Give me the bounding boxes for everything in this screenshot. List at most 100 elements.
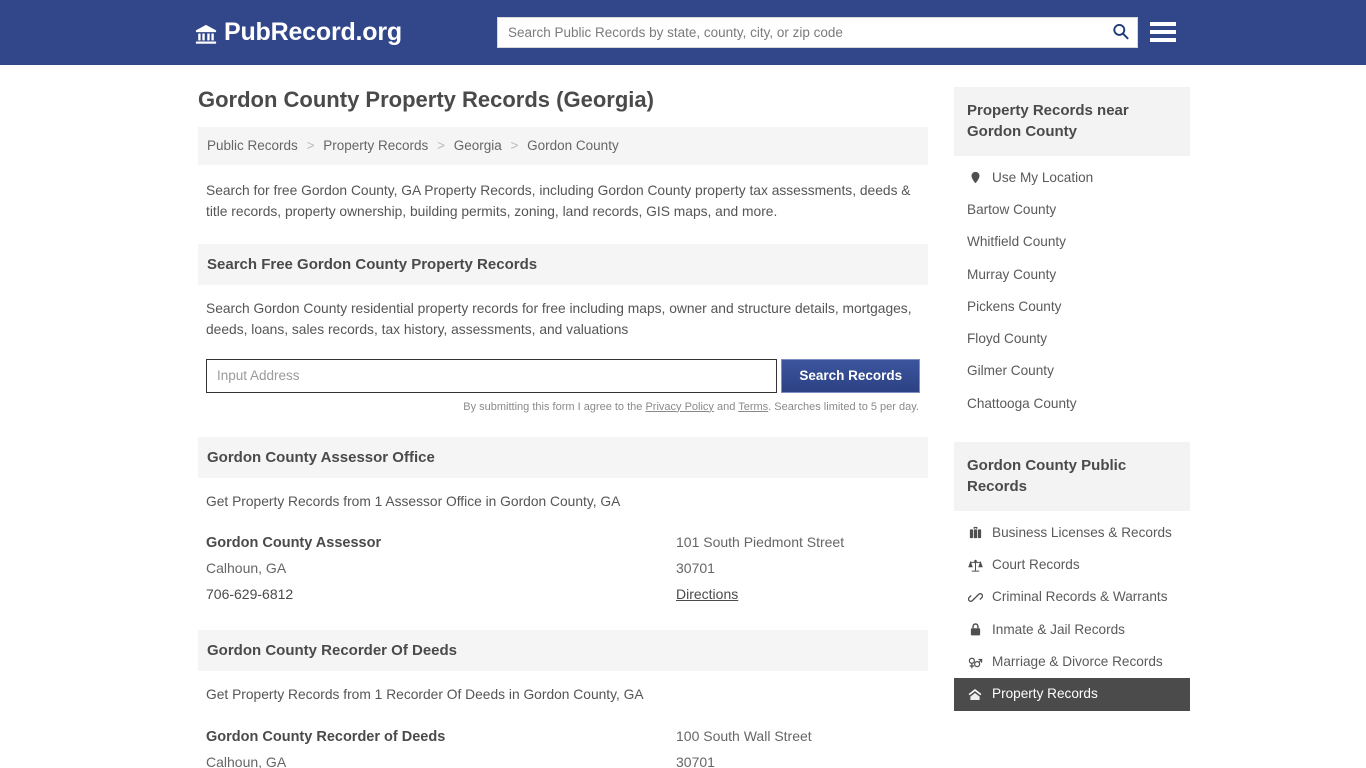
office-left-column: Gordon County Recorder of Deeds Calhoun,…	[206, 724, 676, 768]
public-records-block: Gordon County Public Records Business Li…	[954, 442, 1190, 711]
global-search-input[interactable]	[498, 18, 1103, 47]
sidebar: Property Records near Gordon County Use …	[954, 87, 1190, 711]
sidebar-item-floyd-county[interactable]: Floyd County	[954, 323, 1190, 355]
nearby-records-heading: Property Records near Gordon County	[954, 87, 1190, 156]
briefcase-icon	[967, 525, 983, 540]
map-pin-icon	[967, 170, 983, 185]
search-section-body: Search Gordon County residential propert…	[198, 285, 928, 413]
office-right-column: 100 South Wall Street 30701 Directions	[676, 724, 920, 768]
hamburger-bar	[1150, 30, 1176, 34]
nearby-records-list: Use My Location Bartow County Whitfield …	[954, 156, 1190, 421]
search-section-description: Search Gordon County residential propert…	[206, 301, 912, 337]
assessor-section-heading: Gordon County Assessor Office	[198, 436, 928, 478]
search-submit-button[interactable]	[1103, 18, 1137, 47]
sidebar-item-whitfield-county[interactable]: Whitfield County	[954, 226, 1190, 258]
terms-link[interactable]: Terms	[738, 401, 768, 413]
breadcrumb: Public Records > Property Records > Geor…	[198, 127, 928, 165]
assessor-section-description: Get Property Records from 1 Assessor Off…	[206, 493, 621, 509]
address-input[interactable]	[206, 358, 778, 393]
form-fineprint: By submitting this form I agree to the P…	[206, 401, 920, 413]
office-zip: 30701	[676, 753, 715, 768]
house-icon	[967, 687, 983, 702]
sidebar-item-label: Chattooga County	[967, 395, 1077, 411]
main-content: Gordon County Property Records (Georgia)…	[198, 87, 928, 768]
sidebar-item-use-my-location[interactable]: Use My Location	[954, 162, 1190, 194]
sidebar-item-marriage-divorce-records[interactable]: Marriage & Divorce Records	[954, 646, 1190, 678]
sidebar-item-pickens-county[interactable]: Pickens County	[954, 291, 1190, 323]
directions-link[interactable]: Directions	[676, 586, 738, 602]
hamburger-bar	[1150, 22, 1176, 26]
office-name: Gordon County Assessor	[206, 535, 382, 552]
site-logo-text: PubRecord.org	[224, 18, 402, 46]
bank-icon	[195, 23, 217, 45]
scales-icon	[967, 558, 983, 573]
office-city: Calhoun, GA	[206, 560, 287, 577]
sidebar-item-label: Criminal Records & Warrants	[992, 589, 1168, 605]
page-body: Gordon County Property Records (Georgia)…	[0, 65, 1366, 768]
office-right-column: 101 South Piedmont Street 30701 Directio…	[676, 530, 920, 608]
site-logo[interactable]: PubRecord.org	[195, 20, 402, 45]
breadcrumb-separator: >	[306, 138, 315, 154]
fineprint-text-before: By submitting this form I agree to the	[463, 400, 646, 413]
sidebar-item-label: Court Records	[992, 557, 1080, 572]
office-left-column: Gordon County Assessor Calhoun, GA 706-6…	[206, 530, 676, 608]
header-search-box[interactable]	[497, 17, 1138, 48]
address-search-form: Search Records	[206, 358, 920, 393]
sidebar-item-court-records[interactable]: Court Records	[954, 549, 1190, 581]
privacy-policy-link[interactable]: Privacy Policy	[645, 401, 713, 413]
office-zip: 30701	[676, 560, 715, 577]
office-listing: Gordon County Assessor Calhoun, GA 706-6…	[198, 526, 928, 608]
office-city: Calhoun, GA	[206, 754, 287, 768]
fineprint-text-and: and	[713, 400, 739, 413]
assessor-office-section: Gordon County Assessor Office Get Proper…	[198, 436, 928, 609]
page-title: Gordon County Property Records (Georgia)	[198, 87, 654, 112]
office-street: 101 South Piedmont Street	[676, 534, 845, 551]
nearby-records-block: Property Records near Gordon County Use …	[954, 87, 1190, 420]
sidebar-item-label: Floyd County	[967, 331, 1048, 347]
site-header: PubRecord.org	[0, 0, 1366, 65]
sidebar-item-gilmer-county[interactable]: Gilmer County	[954, 355, 1190, 387]
sidebar-item-label: Bartow County	[967, 201, 1057, 217]
sidebar-item-label: Use My Location	[992, 169, 1094, 185]
public-records-list: Business Licenses & Records Court Record…	[954, 511, 1190, 711]
breadcrumb-separator: >	[510, 138, 519, 154]
page-intro-text: Search for free Gordon County, GA Proper…	[206, 182, 911, 219]
search-records-button[interactable]: Search Records	[781, 358, 920, 393]
sidebar-item-label: Marriage & Divorce Records	[992, 653, 1163, 669]
fineprint-text-after: . Searches limited to 5 per day.	[768, 400, 919, 413]
breadcrumb-item-georgia[interactable]: Georgia	[454, 138, 502, 153]
breadcrumb-item-property-records[interactable]: Property Records	[323, 138, 428, 153]
breadcrumb-item-public-records[interactable]: Public Records	[207, 138, 298, 153]
search-icon	[1111, 22, 1130, 44]
search-section-heading: Search Free Gordon County Property Recor…	[198, 244, 928, 286]
gender-icon	[967, 655, 983, 670]
recorder-of-deeds-section: Gordon County Recorder Of Deeds Get Prop…	[198, 630, 928, 768]
breadcrumb-item-gordon-county[interactable]: Gordon County	[527, 138, 619, 153]
sidebar-item-property-records[interactable]: Property Records	[954, 678, 1190, 711]
lock-icon	[967, 622, 983, 637]
recorder-section-heading: Gordon County Recorder Of Deeds	[198, 630, 928, 672]
office-name: Gordon County Recorder of Deeds	[206, 728, 446, 745]
sidebar-item-label: Property Records	[992, 686, 1098, 702]
office-phone: 706-629-6812	[206, 586, 294, 603]
sidebar-item-label: Pickens County	[967, 298, 1062, 314]
handcuffs-icon	[967, 590, 983, 605]
sidebar-item-business-licenses[interactable]: Business Licenses & Records	[954, 517, 1190, 549]
recorder-section-description: Get Property Records from 1 Recorder Of …	[206, 687, 644, 703]
hamburger-bar	[1150, 38, 1176, 42]
breadcrumb-separator: >	[437, 138, 445, 154]
sidebar-item-criminal-records[interactable]: Criminal Records & Warrants	[954, 581, 1190, 613]
sidebar-item-bartow-county[interactable]: Bartow County	[954, 194, 1190, 226]
sidebar-item-inmate-jail-records[interactable]: Inmate & Jail Records	[954, 614, 1190, 646]
public-records-heading: Gordon County Public Records	[954, 442, 1190, 511]
sidebar-item-label: Business Licenses & Records	[992, 524, 1172, 540]
sidebar-item-label: Inmate & Jail Records	[992, 621, 1125, 637]
office-listing: Gordon County Recorder of Deeds Calhoun,…	[198, 720, 928, 768]
sidebar-item-label: Murray County	[967, 266, 1057, 282]
assessor-section-body: Get Property Records from 1 Assessor Off…	[198, 478, 928, 513]
sidebar-item-murray-county[interactable]: Murray County	[954, 259, 1190, 291]
sidebar-item-chattooga-county[interactable]: Chattooga County	[954, 388, 1190, 420]
office-street: 100 South Wall Street	[676, 727, 812, 744]
recorder-section-body: Get Property Records from 1 Recorder Of …	[198, 671, 928, 706]
hamburger-menu-icon[interactable]	[1150, 20, 1176, 44]
